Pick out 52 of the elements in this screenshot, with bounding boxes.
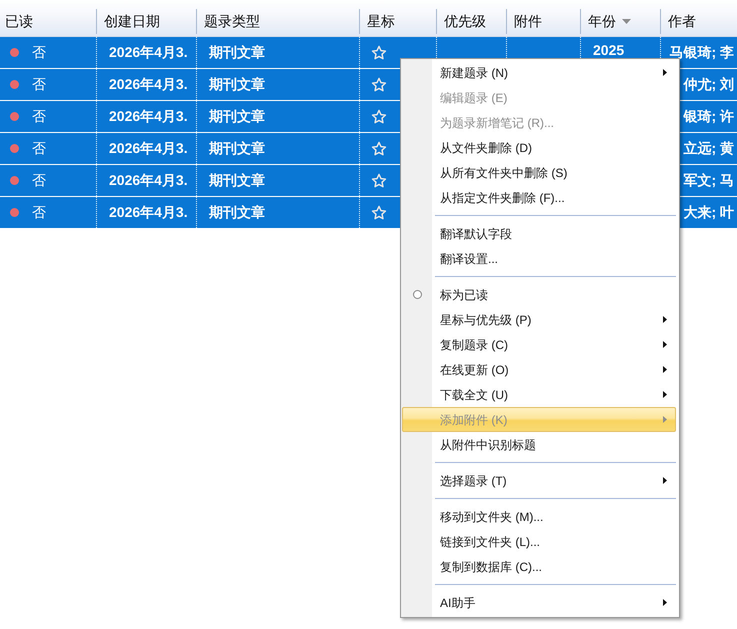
column-header[interactable]: 年份 [581,9,661,34]
star-icon[interactable] [371,108,387,124]
created-date-text: 2026年4月3. [109,203,188,222]
column-header[interactable]: 附件 [507,9,581,34]
record-type-text: 期刊文章 [209,139,265,158]
menu-item[interactable]: 标为已读 [402,282,676,307]
authors-text: 立远; 黄 [683,139,734,158]
menu-item[interactable]: 下载全文 (U) [402,382,676,407]
column-header[interactable]: 题录类型 [197,9,360,34]
star-icon[interactable] [371,44,387,60]
authors-text: 马银琦; 李 [669,43,734,62]
read-status-text: 否 [32,203,46,222]
record-type-text: 期刊文章 [209,171,265,190]
menu-item[interactable]: 翻译设置... [402,246,676,271]
authors-text: 军文; 马 [683,171,734,190]
menu-item[interactable]: 选择题录 (T) [402,468,676,493]
record-type-text: 期刊文章 [209,75,265,94]
authors-text: 仲尤; 刘 [683,75,734,94]
read-status-text: 否 [32,75,46,94]
authors-text: 银琦; 许 [683,107,734,126]
menu-item[interactable]: 链接到文件夹 (L)... [402,529,676,554]
record-type-text: 期刊文章 [209,107,265,126]
menu-item[interactable]: 在线更新 (O) [402,357,676,382]
record-type-text: 期刊文章 [209,43,265,62]
created-date-text: 2026年4月3. [109,171,188,190]
menu-item[interactable]: 从文件夹删除 (D) [402,135,676,160]
star-icon[interactable] [371,140,387,156]
star-icon[interactable] [371,76,387,92]
read-status-text: 否 [32,107,46,126]
read-status-text: 否 [32,43,46,62]
read-status-text: 否 [32,171,46,190]
column-header[interactable]: 作者 [661,9,737,34]
created-date-text: 2026年4月3. [109,139,188,158]
menu-item[interactable]: 复制到数据库 (C)... [402,554,676,579]
menu-item[interactable]: 复制题录 (C) [402,332,676,357]
created-date-text: 2026年4月3. [109,75,188,94]
column-header[interactable]: 已读 [0,9,97,34]
column-header[interactable]: 创建日期 [97,9,197,34]
created-date-text: 2026年4月3. [109,43,188,62]
created-date-text: 2026年4月3. [109,107,188,126]
authors-text: 大来; 叶 [683,203,734,222]
menu-item[interactable]: 从附件中识别标题 [402,432,676,457]
year-text: 2025 [593,43,624,57]
column-header[interactable]: 星标 [360,9,437,34]
menu-item[interactable]: AI助手 [402,590,676,615]
column-header[interactable]: 优先级 [437,9,507,34]
star-icon[interactable] [371,172,387,188]
menu-item[interactable]: 星标与优先级 (P) [402,307,676,332]
read-status-text: 否 [32,139,46,158]
star-icon[interactable] [371,204,387,220]
record-type-text: 期刊文章 [209,203,265,222]
menu-item[interactable]: 移动到文件夹 (M)... [402,504,676,529]
